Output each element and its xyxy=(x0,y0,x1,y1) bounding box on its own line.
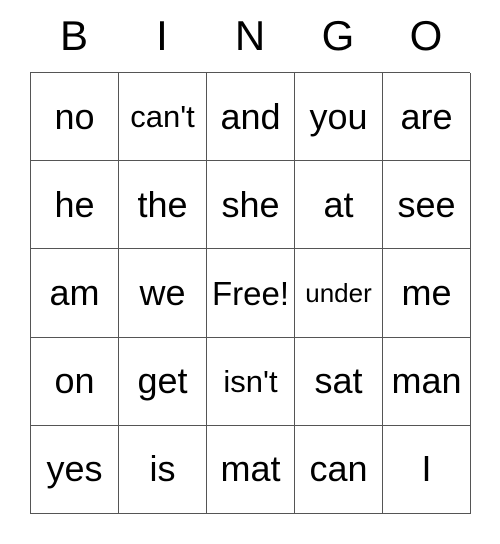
bingo-cell-label: on xyxy=(54,360,95,402)
bingo-cell-label: under xyxy=(305,278,372,308)
bingo-cell-label: is xyxy=(149,448,176,490)
bingo-header-letter-b: B xyxy=(59,12,88,59)
bingo-cell-label: mat xyxy=(220,448,281,490)
bingo-cell-label: me xyxy=(401,272,452,313)
bingo-cell-label: she xyxy=(221,183,280,225)
bingo-cell-label: see xyxy=(397,183,456,225)
bingo-header-letter-o: O xyxy=(409,12,443,59)
bingo-cell-label: can't xyxy=(130,99,195,135)
bingo-cell[interactable]: man xyxy=(383,337,471,426)
bingo-cell[interactable]: is xyxy=(119,425,207,515)
bingo-cell[interactable]: get xyxy=(119,337,207,426)
bingo-row: he the she at see xyxy=(31,161,471,250)
bingo-cell[interactable]: you xyxy=(295,73,383,162)
bingo-cell[interactable]: can xyxy=(295,425,383,515)
bingo-cell-label: no xyxy=(54,95,95,137)
bingo-cell-label: he xyxy=(54,183,95,225)
bingo-cell[interactable]: sat xyxy=(295,337,383,426)
bingo-free-space-cell[interactable]: Free! xyxy=(207,249,295,338)
bingo-cell-label: sat xyxy=(314,360,363,402)
bingo-cell-label: the xyxy=(137,183,188,225)
bingo-cell[interactable]: yes xyxy=(31,425,119,515)
bingo-cell-label: am xyxy=(49,272,100,313)
bingo-cell[interactable]: under xyxy=(295,249,383,338)
bingo-grid: no can't and you are he the she at see a… xyxy=(30,72,471,515)
bingo-cell[interactable]: can't xyxy=(119,73,207,162)
bingo-cell-label: I xyxy=(421,448,432,490)
bingo-header-letter-i: I xyxy=(156,12,168,59)
bingo-card: B I N G O no can't and you are he the sh… xyxy=(30,0,471,515)
bingo-free-space-label: Free! xyxy=(211,274,290,312)
bingo-row: yes is mat can I xyxy=(31,425,471,515)
bingo-cell[interactable]: at xyxy=(295,161,383,250)
bingo-cell[interactable]: she xyxy=(207,161,295,250)
bingo-row: am we Free! under me xyxy=(31,249,471,338)
bingo-cell-label: you xyxy=(309,95,368,137)
bingo-cell[interactable]: I xyxy=(383,425,471,515)
bingo-cell-label: we xyxy=(139,272,186,313)
bingo-cell-label: yes xyxy=(46,448,103,490)
bingo-row: no can't and you are xyxy=(31,73,471,162)
bingo-cell[interactable]: are xyxy=(383,73,471,162)
bingo-cell[interactable]: am xyxy=(31,249,119,338)
bingo-cell[interactable]: the xyxy=(119,161,207,250)
bingo-cell[interactable]: we xyxy=(119,249,207,338)
bingo-header-letter-n: N xyxy=(234,12,266,59)
bingo-cell-label: get xyxy=(137,360,188,402)
bingo-row: on get isn't sat man xyxy=(31,337,471,426)
bingo-cell-label: man xyxy=(391,360,462,402)
bingo-cell-label: can xyxy=(309,448,368,490)
bingo-cell[interactable]: see xyxy=(383,161,471,250)
bingo-cell[interactable]: on xyxy=(31,337,119,426)
bingo-cell-label: isn't xyxy=(223,363,278,399)
bingo-cell[interactable]: mat xyxy=(207,425,295,515)
bingo-cell-label: are xyxy=(400,95,453,137)
bingo-cell-label: at xyxy=(323,183,354,225)
bingo-header-row: B I N G O xyxy=(30,0,470,72)
bingo-cell[interactable]: he xyxy=(31,161,119,250)
bingo-cell-label: and xyxy=(220,95,281,137)
bingo-cell[interactable]: isn't xyxy=(207,337,295,426)
bingo-cell[interactable]: me xyxy=(383,249,471,338)
bingo-cell[interactable]: no xyxy=(31,73,119,162)
bingo-header-letter-g: G xyxy=(321,12,355,59)
bingo-cell[interactable]: and xyxy=(207,73,295,162)
